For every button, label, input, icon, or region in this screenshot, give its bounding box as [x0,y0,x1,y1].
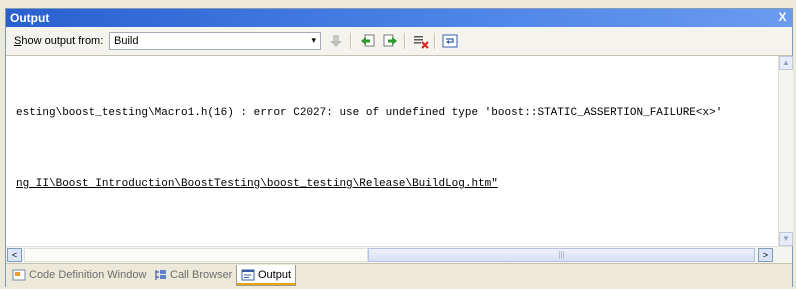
vertical-scrollbar[interactable]: ▲ ▼ [778,56,793,246]
tab-call-browser[interactable]: Call Browser [149,265,236,284]
output-window: Output X Show output from: Build ▾ estin… [5,8,793,288]
output-toolbar: Show output from: Build ▾ [6,27,792,56]
output-source-dropdown[interactable]: Build ▾ [109,32,321,50]
tab-label: Call Browser [170,268,233,281]
toolbar-separator [434,33,436,49]
scroll-left-icon[interactable]: < [7,248,22,262]
forward-arrow-icon [383,34,397,47]
scroll-thumb[interactable]: ||| [368,248,755,262]
chevron-down-icon: ▾ [311,35,316,45]
tab-label: Output [258,269,292,281]
go-to-previous-message-button[interactable] [358,32,378,50]
call-browser-icon [155,269,166,280]
show-output-from-label: Show output from: [14,35,104,47]
scroll-right-icon[interactable]: > [758,248,773,262]
tab-output[interactable]: Output [236,265,297,286]
arrow-down-icon [330,35,342,47]
tab-label: Code Definition Window [29,268,147,281]
output-source-value: Build [114,35,139,47]
back-arrow-icon [361,34,375,47]
window-title: Output [10,11,50,25]
clear-all-icon [414,36,429,49]
clear-all-button[interactable] [411,32,431,50]
title-bar[interactable]: Output X [6,9,792,27]
toggle-word-wrap-button[interactable] [440,32,460,50]
toolbar-separator [404,33,406,49]
tool-window-tabs: Code Definition Window Call Browser Outp… [6,263,792,288]
output-line: esting\boost_testing\Macro1.h(16) : erro… [16,107,723,119]
output-line-link[interactable]: ng II\Boost Introduction\BoostTesting\bo… [16,178,498,190]
scroll-up-icon[interactable]: ▲ [779,56,793,70]
scroll-down-icon[interactable]: ▼ [779,232,793,246]
output-text-area[interactable]: esting\boost_testing\Macro1.h(16) : erro… [6,56,778,246]
horizontal-scrollbar[interactable]: < ||| > [6,246,792,263]
toolbar-separator [350,33,352,49]
close-icon[interactable]: X [776,11,789,24]
find-message-in-code-button[interactable] [326,32,346,50]
scroll-track[interactable] [24,248,368,262]
code-definition-icon [12,269,26,280]
word-wrap-icon [442,34,458,48]
go-to-next-message-button[interactable] [380,32,400,50]
tab-code-definition-window[interactable]: Code Definition Window [8,265,150,284]
output-icon [241,269,255,281]
